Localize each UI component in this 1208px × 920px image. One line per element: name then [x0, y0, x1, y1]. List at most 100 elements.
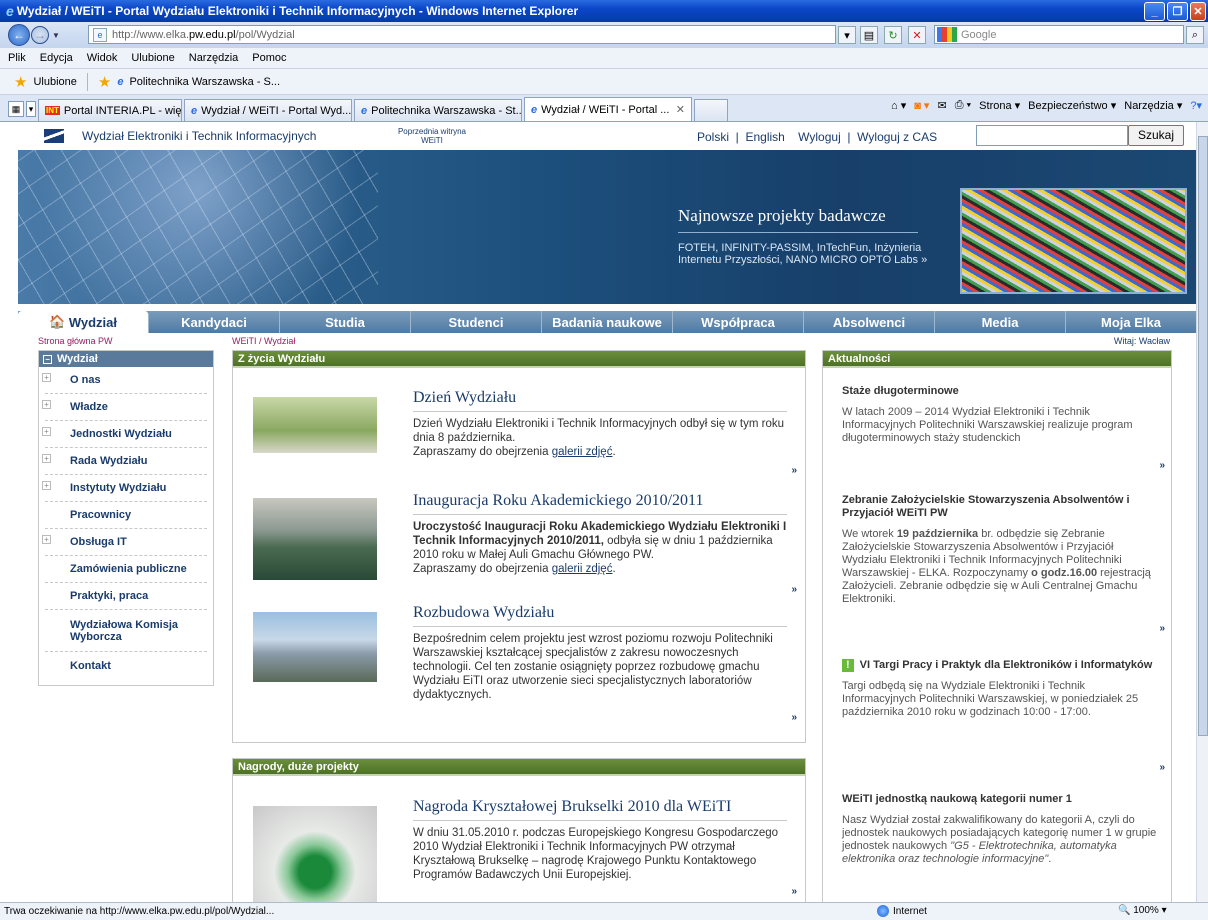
quick-tabs-icon[interactable]: ▦: [8, 101, 24, 117]
print-icon[interactable]: ⎙ ▾: [955, 99, 971, 112]
sidebar-item-komisja[interactable]: Wydziałowa Komisja Wyborcza: [45, 610, 207, 652]
sidebar-item-instytuty[interactable]: + Instytuty Wydziału: [42, 475, 207, 502]
site-search-button[interactable]: Szukaj: [1128, 125, 1184, 146]
banner-projects-link[interactable]: FOTEH, INFINITY-PASSIM, InTechFun, Inżyn…: [678, 242, 928, 266]
address-input[interactable]: e http://www.elka. pw.edu.pl/pol/Wydzial: [88, 25, 836, 44]
sidebar-item-praktyki[interactable]: Praktyki, praca: [45, 583, 207, 610]
menu-help[interactable]: Pomoc: [250, 52, 288, 64]
search-button[interactable]: ⌕: [1186, 26, 1204, 44]
more-link[interactable]: »: [791, 465, 797, 476]
menu-file[interactable]: Plik: [6, 52, 28, 64]
article-title[interactable]: Nagroda Kryształowej Brukselki 2010 dla …: [413, 798, 787, 821]
feeds-icon[interactable]: ◙ ▾: [914, 99, 929, 112]
previous-site-link[interactable]: Poprzednia witryna WEiTI: [392, 127, 472, 145]
sidebar-item-kontakt[interactable]: Kontakt: [45, 652, 207, 679]
stop-icon[interactable]: ✕: [908, 26, 926, 44]
security-zone[interactable]: Internet: [877, 905, 927, 917]
weiti-logo-icon[interactable]: [44, 129, 64, 143]
tab-weiti-1[interactable]: e Wydział / WEiTI - Portal Wyd...: [184, 99, 352, 121]
news-title[interactable]: ! VI Targi Pracy i Praktyk dla Elektronik…: [842, 659, 1157, 672]
more-link[interactable]: »: [1159, 459, 1165, 472]
minimize-button[interactable]: _: [1144, 2, 1165, 21]
language-logout-links[interactable]: Polski | English Wyloguj | Wyloguj z CAS: [697, 130, 937, 144]
expand-icon[interactable]: +: [42, 535, 51, 544]
expand-icon[interactable]: +: [42, 427, 51, 436]
building-photo-thumbnail[interactable]: [253, 612, 377, 682]
sidebar-item-jednostki[interactable]: + Jednostki Wydziału: [42, 421, 207, 448]
zoom-level[interactable]: 🔍 100% ▾: [1118, 905, 1167, 916]
sidebar-header[interactable]: − Wydział: [39, 351, 213, 367]
menu-tools[interactable]: Narzędzia: [187, 52, 241, 64]
sidebar-item-zamowienia[interactable]: Zamówienia publiczne: [45, 556, 207, 583]
nav-studenci[interactable]: Studenci: [411, 311, 542, 333]
nav-moja-elka[interactable]: Moja Elka: [1066, 311, 1196, 333]
nav-absolwenci[interactable]: Absolwenci: [804, 311, 935, 333]
recent-pages-dropdown-icon[interactable]: ▼: [52, 31, 60, 40]
nav-studia[interactable]: Studia: [280, 311, 411, 333]
pw-home-link[interactable]: Strona główna PW: [38, 336, 113, 346]
vertical-scrollbar[interactable]: [1196, 122, 1208, 902]
add-favorite-icon[interactable]: ★: [98, 73, 111, 91]
scrollbar-thumb[interactable]: [1198, 136, 1208, 736]
tab-interia[interactable]: INTPortal INTERIA.PL - więcej ni...: [38, 99, 182, 121]
home-icon[interactable]: ⌂ ▾: [891, 99, 906, 112]
search-input[interactable]: Google: [934, 25, 1184, 44]
sidebar-item-o-nas[interactable]: + O nas: [42, 367, 207, 394]
sidebar-item-rada[interactable]: + Rada Wydziału: [42, 448, 207, 475]
news-title[interactable]: WEiTI jednostką naukową kategorii numer …: [842, 793, 1157, 806]
favorite-link[interactable]: Politechnika Warszawska - S...: [129, 76, 280, 88]
back-button[interactable]: ←: [8, 24, 30, 46]
favorites-button[interactable]: Ulubione: [33, 76, 76, 88]
nav-media[interactable]: Media: [935, 311, 1066, 333]
close-tab-icon[interactable]: ✕: [676, 103, 685, 116]
expand-icon[interactable]: +: [42, 481, 51, 490]
restore-button[interactable]: ❐: [1167, 2, 1188, 21]
gallery-link[interactable]: galerii zdjęć: [552, 563, 613, 575]
article-title[interactable]: Inauguracja Roku Akademickiego 2010/2011: [413, 492, 787, 515]
more-link[interactable]: »: [1159, 622, 1165, 635]
news-title[interactable]: Zebranie Założycielskie Stowarzyszenia A…: [842, 494, 1157, 520]
tab-pw[interactable]: e Politechnika Warszawska - St...: [354, 99, 522, 121]
site-name[interactable]: Wydział Elektroniki i Technik Informacyj…: [82, 129, 392, 143]
tools-menu[interactable]: Narzędzia ▾: [1124, 99, 1182, 112]
nav-wspolpraca[interactable]: Współpraca: [673, 311, 804, 333]
tab-weiti-active[interactable]: e Wydział / WEiTI - Portal ... ✕: [524, 97, 692, 121]
crystal-award-photo[interactable]: [253, 806, 377, 902]
site-search-input[interactable]: [976, 125, 1128, 146]
sidebar-item-pracownicy[interactable]: Pracownicy: [45, 502, 207, 529]
news-title[interactable]: Staże długoterminowe: [842, 385, 1157, 398]
expand-icon[interactable]: +: [42, 400, 51, 409]
menu-view[interactable]: Widok: [85, 52, 120, 64]
inauguration-photo-thumbnail[interactable]: [253, 498, 377, 580]
forward-button[interactable]: →: [31, 26, 49, 44]
more-link[interactable]: »: [791, 886, 797, 897]
nav-badania[interactable]: Badania naukowe: [542, 311, 673, 333]
banner-photo-thumbnail[interactable]: [253, 397, 377, 453]
breadcrumb[interactable]: WEiTI / Wydział: [232, 336, 295, 346]
gallery-link[interactable]: galerii zdjęć: [552, 446, 613, 458]
mail-icon[interactable]: ✉: [937, 99, 946, 112]
help-icon[interactable]: ?▾: [1190, 99, 1202, 112]
nav-wydzial[interactable]: 🏠 Wydział: [18, 311, 149, 333]
close-window-button[interactable]: ✕: [1190, 2, 1206, 21]
menu-favorites[interactable]: Ulubione: [129, 52, 176, 64]
page-menu[interactable]: Strona ▾: [979, 99, 1020, 112]
article-title[interactable]: Dzień Wydziału: [413, 389, 787, 412]
favorites-star-icon[interactable]: ★: [14, 73, 27, 91]
expand-icon[interactable]: +: [42, 373, 51, 382]
collapse-icon[interactable]: −: [43, 354, 52, 364]
new-tab-button[interactable]: [694, 99, 728, 121]
compatibility-icon[interactable]: ▤: [860, 26, 878, 44]
sidebar-item-obsluga-it[interactable]: + Obsługa IT: [42, 529, 207, 556]
nav-kandydaci[interactable]: Kandydaci: [149, 311, 280, 333]
menu-edit[interactable]: Edycja: [38, 52, 75, 64]
more-link[interactable]: »: [791, 712, 797, 723]
expand-icon[interactable]: +: [42, 454, 51, 463]
article-title[interactable]: Rozbudowa Wydziału: [413, 604, 787, 627]
more-link[interactable]: »: [791, 584, 797, 595]
safety-menu[interactable]: Bezpieczeństwo ▾: [1028, 99, 1116, 112]
sidebar-item-wladze[interactable]: + Władze: [42, 394, 207, 421]
refresh-icon[interactable]: ↻: [884, 26, 902, 44]
tab-list-icon[interactable]: ▾: [26, 101, 36, 117]
address-dropdown-button[interactable]: ▾: [838, 26, 856, 44]
